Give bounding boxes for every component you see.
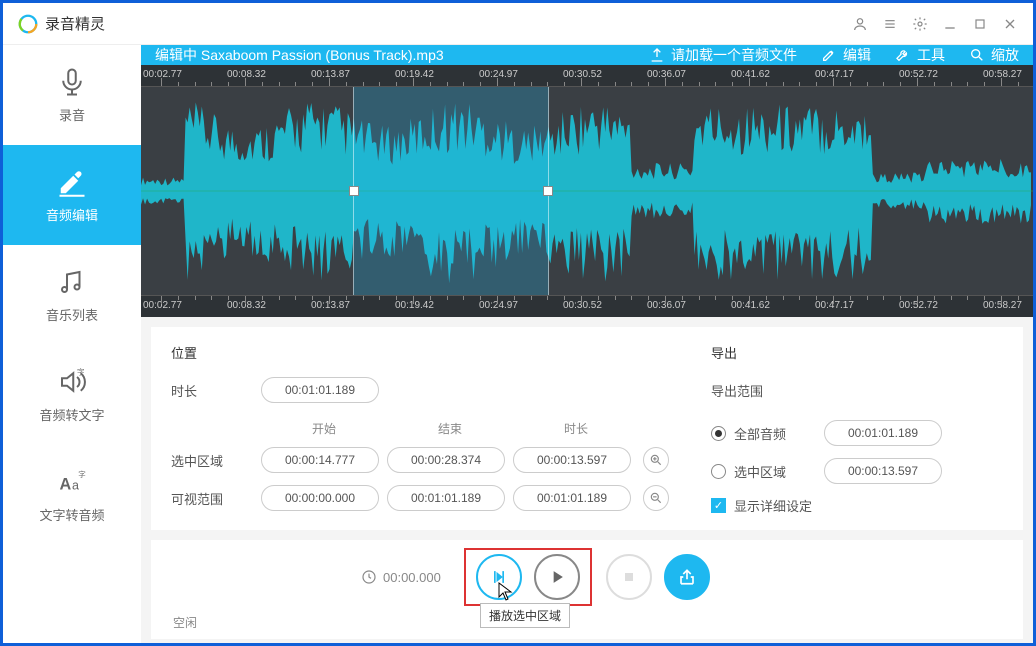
tooltip: 播放选中区域 xyxy=(480,603,570,628)
app-logo xyxy=(17,13,39,35)
visible-label: 可视范围 xyxy=(171,489,261,508)
pencil-icon xyxy=(57,167,87,197)
svg-text:字: 字 xyxy=(78,469,86,479)
radio-selected[interactable] xyxy=(711,464,726,479)
position-title: 位置 xyxy=(171,343,691,362)
svg-text:A: A xyxy=(60,475,72,493)
zoom-button[interactable]: 缩放 xyxy=(969,45,1019,65)
col-dur: 时长 xyxy=(513,420,639,437)
app-title: 录音精灵 xyxy=(45,13,105,34)
text-icon: Aa字 xyxy=(57,467,87,497)
selected-end-input[interactable] xyxy=(387,447,505,473)
export-sel-time xyxy=(824,458,942,484)
sidebar-item-label: 音乐列表 xyxy=(46,305,98,324)
play-button[interactable] xyxy=(534,554,580,600)
sidebar-item-label: 录音 xyxy=(59,105,85,124)
sidebar-item-label: 音频编辑 xyxy=(46,205,98,224)
sidebar-item-music-list[interactable]: 音乐列表 xyxy=(3,245,141,345)
sidebar-item-label: 音频转文字 xyxy=(39,405,104,424)
selection-handle-left[interactable] xyxy=(349,186,359,196)
playback-time: 00:00.000 xyxy=(361,569,441,585)
radio-all-audio[interactable] xyxy=(711,426,726,441)
music-icon xyxy=(57,267,87,297)
sidebar-item-text-to-audio[interactable]: Aa字 文字转音频 xyxy=(3,445,141,545)
maximize-button[interactable] xyxy=(965,9,995,39)
minimize-button[interactable] xyxy=(935,9,965,39)
search-icon xyxy=(969,47,985,63)
wrench-icon xyxy=(895,47,911,63)
sidebar-item-label: 文字转音频 xyxy=(39,505,104,524)
selected-dur-input[interactable] xyxy=(513,447,631,473)
col-start: 开始 xyxy=(261,420,387,437)
visible-start-input[interactable] xyxy=(261,485,379,511)
zoom-in-button[interactable] xyxy=(643,447,669,473)
editor-toolbar: 编辑中 Saxaboom Passion (Bonus Track).mp3 请… xyxy=(141,45,1033,65)
tools-button[interactable]: 工具 xyxy=(895,45,945,65)
editing-file-title: 编辑中 Saxaboom Passion (Bonus Track).mp3 xyxy=(155,45,625,65)
clock-icon xyxy=(361,569,377,585)
play-group-highlighted: 播放选中区域 xyxy=(464,548,592,606)
show-advanced-checkbox[interactable]: ✓ xyxy=(711,498,726,513)
export-title: 导出 xyxy=(711,343,1003,362)
zoom-out-button[interactable] xyxy=(643,485,669,511)
upload-icon xyxy=(649,47,665,63)
duration-input[interactable] xyxy=(261,377,379,403)
sidebar-item-audio-edit[interactable]: 音频编辑 xyxy=(3,145,141,245)
waveform-canvas[interactable] xyxy=(141,87,1033,295)
sound-icon: 字 xyxy=(57,367,87,397)
share-export-button[interactable] xyxy=(664,554,710,600)
export-range-label: 导出范围 xyxy=(711,381,763,400)
selection-handle-right[interactable] xyxy=(543,186,553,196)
ruler-top: 00:02.7700:08.3200:13.8700:19.4200:24.97… xyxy=(141,65,1033,87)
selected-start-input[interactable] xyxy=(261,447,379,473)
info-panel: 位置 时长 开始 结束 时长 选中区域 xyxy=(151,327,1023,530)
cursor-icon xyxy=(498,582,514,602)
titlebar: 录音精灵 xyxy=(3,3,1033,45)
status-bar: 空闲 xyxy=(151,610,1023,639)
menu-list-icon[interactable] xyxy=(875,9,905,39)
waveform-area[interactable]: 00:02.7700:08.3200:13.8700:19.4200:24.97… xyxy=(141,65,1033,317)
sidebar: 录音 音频编辑 音乐列表 字 音频转文字 Aa字 文字转音频 xyxy=(3,45,141,643)
svg-text:字: 字 xyxy=(77,367,85,377)
selected-label: 选中区域 xyxy=(171,451,261,470)
account-icon[interactable] xyxy=(845,9,875,39)
selection-overlay[interactable] xyxy=(353,87,549,295)
duration-label: 时长 xyxy=(171,381,261,400)
playback-bar: 00:00.000 播放选中区域 xyxy=(151,540,1023,610)
sidebar-item-record[interactable]: 录音 xyxy=(3,45,141,145)
visible-end-input[interactable] xyxy=(387,485,505,511)
stop-button[interactable] xyxy=(606,554,652,600)
load-file-button[interactable]: 请加载一个音频文件 xyxy=(649,45,797,65)
microphone-icon xyxy=(57,67,87,97)
export-all-time xyxy=(824,420,942,446)
pencil-icon xyxy=(821,47,837,63)
svg-text:a: a xyxy=(72,478,79,492)
visible-dur-input[interactable] xyxy=(513,485,631,511)
col-end: 结束 xyxy=(387,420,513,437)
ruler-bottom: 00:02.7700:08.3200:13.8700:19.4200:24.97… xyxy=(141,295,1033,317)
settings-icon[interactable] xyxy=(905,9,935,39)
edit-button[interactable]: 编辑 xyxy=(821,45,871,65)
show-advanced-label: 显示详细设定 xyxy=(734,496,812,515)
sidebar-item-audio-to-text[interactable]: 字 音频转文字 xyxy=(3,345,141,445)
close-button[interactable] xyxy=(995,9,1025,39)
